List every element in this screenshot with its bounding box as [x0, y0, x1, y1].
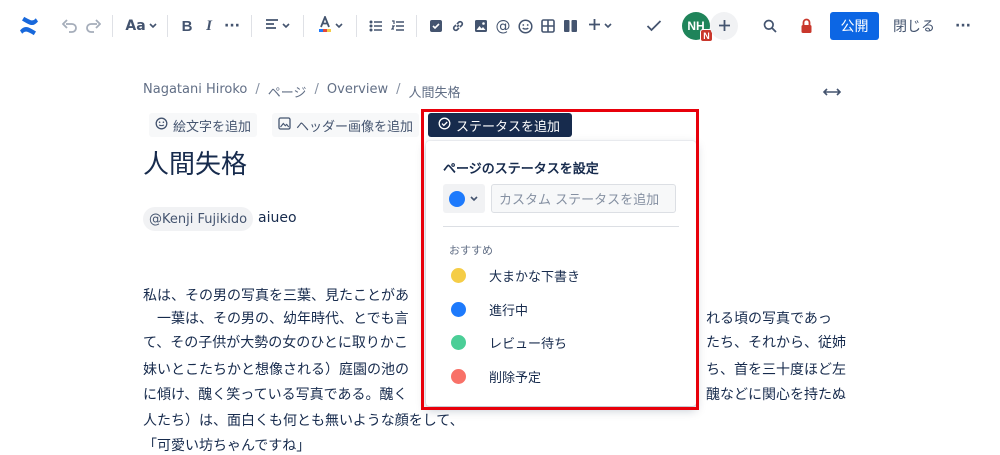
status-color-dot — [451, 368, 466, 384]
status-option-in-progress[interactable]: 進行中 — [451, 299, 528, 319]
breadcrumb: Nagatani Hiroko / ページ / Overview / 人間失格 — [143, 82, 461, 101]
toolbar-divider — [303, 15, 304, 37]
page-title[interactable]: 人間失格 — [143, 144, 247, 181]
popup-divider — [443, 226, 679, 227]
breadcrumb-separator: / — [314, 82, 319, 97]
confluence-logo-icon[interactable] — [18, 14, 40, 38]
body-paragraph-fragment[interactable]: 醜などに関心を持たぬ — [706, 384, 856, 404]
chevron-down-icon — [149, 23, 157, 29]
search-icon[interactable] — [762, 14, 778, 38]
text-color-icon — [318, 14, 332, 36]
mention-icon[interactable]: @ — [495, 14, 511, 38]
status-popup-title: ページのステータスを設定 — [443, 162, 599, 177]
full-width-toggle-icon[interactable] — [822, 84, 842, 98]
recommended-label: おすすめ — [449, 244, 493, 257]
breadcrumb-item[interactable]: Overview — [327, 82, 388, 101]
status-popup: ページのステータスを設定 カスタム ステータスを追加 おすすめ 大まかな下書き … — [426, 141, 696, 406]
bullet-list-icon[interactable] — [369, 14, 383, 38]
add-emoji-label: 絵文字を追加 — [173, 119, 252, 135]
link-icon[interactable] — [450, 14, 466, 38]
breadcrumb-separator: / — [396, 82, 401, 97]
status-option-rough-draft[interactable]: 大まかな下書き — [451, 265, 580, 285]
status-color-dot — [451, 301, 466, 317]
more-actions-icon[interactable]: ··· — [955, 14, 971, 38]
toolbar-divider — [356, 15, 357, 37]
breadcrumb-item[interactable]: 人間失格 — [409, 82, 461, 101]
numbered-list-icon[interactable] — [391, 14, 405, 38]
status-option-ready-for-review[interactable]: レビュー待ち — [451, 332, 567, 352]
chevron-down-icon — [334, 23, 343, 29]
restriction-lock-icon[interactable] — [798, 14, 814, 38]
user-mention[interactable]: @Kenji Fujikido — [143, 207, 254, 231]
emoji-add-icon — [155, 117, 173, 134]
plus-icon — [588, 18, 601, 35]
add-header-image-button[interactable]: ヘッダー画像を追加 — [272, 113, 420, 137]
toolbar-divider — [416, 15, 417, 37]
chevron-down-icon — [470, 195, 478, 202]
bold-button[interactable]: B — [180, 14, 194, 38]
insert-more-dropdown[interactable] — [586, 14, 614, 38]
toolbar-divider — [167, 15, 168, 37]
status-option-to-be-deleted[interactable]: 削除予定 — [451, 366, 541, 386]
chevron-down-icon — [604, 23, 612, 29]
editor-toolbar: Aa B I ··· @ NH N 公開 閉じる ··· — [0, 0, 1000, 52]
status-check-icon — [438, 117, 456, 134]
align-left-icon — [265, 18, 279, 34]
breadcrumb-item[interactable]: ページ — [268, 82, 307, 101]
publish-button[interactable]: 公開 — [830, 12, 879, 40]
add-emoji-button[interactable]: 絵文字を追加 — [149, 113, 258, 137]
add-status-label: ステータスを追加 — [456, 119, 561, 135]
body-paragraph-fragment[interactable]: れる頃の写真であっ — [706, 308, 856, 328]
text-style-label: Aa — [125, 18, 146, 34]
add-status-button[interactable]: ステータスを追加 — [428, 113, 572, 137]
alignment-dropdown[interactable] — [262, 14, 292, 38]
toolbar-divider — [112, 15, 113, 37]
text-style-dropdown[interactable]: Aa — [125, 14, 157, 38]
italic-button[interactable]: I — [202, 14, 216, 38]
add-header-image-label: ヘッダー画像を追加 — [296, 119, 414, 135]
status-color-dot — [451, 334, 466, 350]
body-paragraph-line[interactable]: 「可愛い坊ちゃんですね」 — [143, 435, 843, 455]
status-option-label: レビュー待ち — [489, 336, 568, 352]
more-formatting-button[interactable]: ··· — [222, 14, 242, 38]
layout-columns-icon[interactable] — [562, 14, 578, 38]
image-icon[interactable] — [473, 14, 489, 38]
table-icon[interactable] — [540, 14, 556, 38]
body-paragraph-fragment[interactable]: ち、首を三十度ほど左 — [706, 359, 856, 379]
breadcrumb-separator: / — [255, 82, 260, 97]
emoji-icon[interactable] — [517, 14, 533, 38]
breadcrumb-item[interactable]: Nagatani Hiroko — [143, 82, 247, 101]
status-option-label: 削除予定 — [489, 370, 542, 386]
status-option-label: 進行中 — [489, 303, 529, 319]
selected-color-swatch — [449, 190, 465, 207]
task-checkbox-icon[interactable] — [428, 14, 444, 38]
checkmark-icon[interactable] — [645, 14, 663, 38]
undo-icon[interactable] — [62, 14, 78, 38]
add-collaborator-button[interactable] — [710, 12, 738, 40]
text-color-dropdown[interactable] — [315, 14, 345, 38]
status-color-dot — [451, 267, 466, 283]
plus-icon — [718, 17, 731, 36]
custom-status-input[interactable]: カスタム ステータスを追加 — [491, 184, 676, 213]
mention-suffix-text[interactable]: aiueo — [258, 210, 297, 226]
status-option-label: 大まかな下書き — [489, 269, 581, 285]
chevron-down-icon — [281, 23, 290, 29]
status-color-dropdown[interactable] — [443, 184, 485, 213]
toolbar-divider — [251, 15, 252, 37]
body-paragraph-line[interactable]: 人たち）は、面白くも何とも無いような顔をして、 — [143, 410, 843, 430]
close-button[interactable]: 閉じる — [892, 12, 936, 40]
redo-icon[interactable] — [85, 14, 101, 38]
image-icon — [278, 116, 296, 134]
body-paragraph-fragment[interactable]: たち、それから、従姉 — [706, 332, 856, 352]
